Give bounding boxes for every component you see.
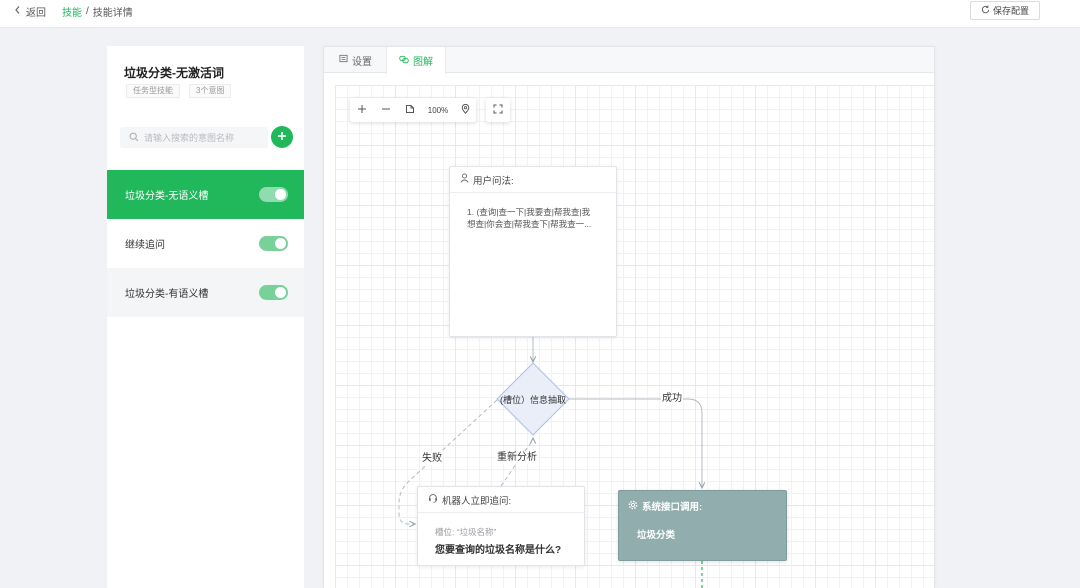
user-question-title: 用户问法: xyxy=(473,175,514,187)
api-call-name: 垃圾分类 xyxy=(637,530,676,541)
top-bar: 返回 技能 / 技能详情 保存配置 xyxy=(0,0,1080,28)
skill-type-tag: 任务型技能 xyxy=(126,84,180,98)
tab-settings-label: 设置 xyxy=(352,56,372,68)
zoom-out-button[interactable] xyxy=(374,98,398,122)
zoom-in-icon xyxy=(357,101,367,119)
intent-search-input[interactable] xyxy=(144,132,264,143)
edge-failure-label: 失败 xyxy=(421,453,443,465)
zoom-out-icon xyxy=(381,101,391,119)
save-config-label: 保存配置 xyxy=(992,6,1029,16)
settings-icon xyxy=(339,54,348,66)
user-question-node[interactable]: 用户问法: 1. (查询|查一下|我要查|帮我查|我想查|你会查|帮我查下|帮我… xyxy=(449,166,617,337)
gear-icon xyxy=(628,500,638,513)
breadcrumb-separator: / xyxy=(86,5,89,17)
zoom-in-button[interactable] xyxy=(350,98,374,122)
intent-item[interactable]: 垃圾分类-有语义槽 xyxy=(107,268,304,317)
edge-retry-label: 重新分析 xyxy=(496,452,538,464)
fit-view-button[interactable] xyxy=(398,98,422,122)
intent-item[interactable]: 继续追问 xyxy=(107,219,304,268)
fit-view-icon xyxy=(405,101,415,119)
intent-item[interactable]: 垃圾分类-无语义槽 xyxy=(107,170,304,219)
breadcrumb: 技能 / 技能详情 xyxy=(62,3,133,19)
search-icon xyxy=(129,129,139,147)
robot-followup-header: 机器人立即追问: xyxy=(418,487,584,513)
breadcrumb-skills-link[interactable]: 技能 xyxy=(62,4,82,19)
intent-label: 垃圾分类-有语义槽 xyxy=(125,289,209,300)
intent-sidebar: 垃圾分类-无激活词 任务型技能 3个意图 垃圾分类-无语义槽 继续追问 垃圾分类… xyxy=(107,46,304,588)
tab-settings[interactable]: 设置 xyxy=(331,47,380,73)
intent-enable-toggle[interactable] xyxy=(259,236,288,251)
chevron-left-icon xyxy=(14,5,21,18)
intent-label: 继续追问 xyxy=(125,240,165,251)
user-icon xyxy=(460,173,469,186)
refresh-icon xyxy=(981,5,990,16)
api-call-header: 系统接口调用: xyxy=(628,499,702,513)
add-intent-button[interactable] xyxy=(271,126,293,148)
intent-enable-toggle[interactable] xyxy=(259,187,288,202)
fullscreen-icon xyxy=(493,101,503,119)
locate-icon xyxy=(461,101,470,119)
skill-tags: 任务型技能 3个意图 xyxy=(126,84,232,98)
intent-enable-toggle[interactable] xyxy=(259,285,288,300)
back-button[interactable]: 返回 xyxy=(14,3,46,19)
api-call-node[interactable]: 系统接口调用: 垃圾分类 xyxy=(618,490,787,561)
skill-title: 垃圾分类-无激活词 xyxy=(124,66,224,80)
tab-diagram[interactable]: 图解 xyxy=(386,47,446,74)
back-label: 返回 xyxy=(26,7,46,19)
locate-button[interactable] xyxy=(454,98,476,122)
robot-followup-node[interactable]: 机器人立即追问: 槽位: “垃圾名称” 您要查询的垃圾名称是什么? xyxy=(417,486,585,566)
zoom-level: 100% xyxy=(427,105,449,115)
tab-diagram-label: 图解 xyxy=(413,57,433,68)
user-question-header: 用户问法: xyxy=(450,167,616,193)
breadcrumb-current: 技能详情 xyxy=(92,7,133,19)
api-call-title: 系统接口调用: xyxy=(642,502,703,513)
save-config-button[interactable]: 保存配置 xyxy=(970,1,1040,20)
canvas-toolbar: 100% xyxy=(350,98,476,122)
robot-followup-title: 机器人立即追问: xyxy=(442,495,512,507)
robot-followup-slot: 槽位: “垃圾名称” xyxy=(435,527,497,537)
diagram-icon xyxy=(399,55,409,67)
user-question-text: 1. (查询|查一下|我要查|帮我查|我想查|你会查|帮我查下|帮我查一... xyxy=(467,207,592,229)
headset-icon xyxy=(428,493,438,506)
edge-success-label: 成功 xyxy=(661,393,683,405)
intent-search-box xyxy=(120,127,268,148)
slot-extraction-label[interactable]: (槽位）信息抽取 xyxy=(493,393,573,406)
fullscreen-button[interactable] xyxy=(486,98,510,122)
robot-followup-question: 您要查询的垃圾名称是什么? xyxy=(435,545,562,556)
intent-label: 垃圾分类-无语义槽 xyxy=(125,191,209,202)
intent-count-tag: 3个意图 xyxy=(189,84,232,98)
plus-icon xyxy=(277,128,287,146)
tab-bar: 设置 图解 xyxy=(324,47,934,74)
